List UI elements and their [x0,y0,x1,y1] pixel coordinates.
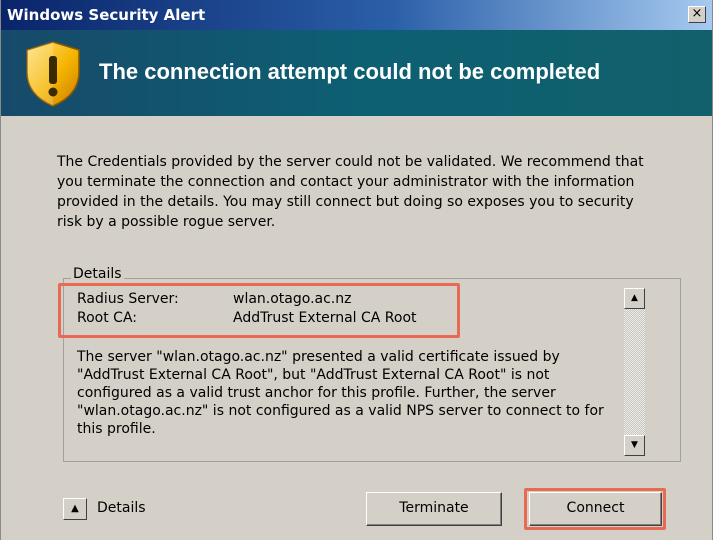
details-toggle-label[interactable]: Details [97,500,146,516]
connect-highlight [524,488,666,530]
server-info-highlight [58,283,460,338]
close-button[interactable]: × [688,6,706,23]
scroll-down-button[interactable]: ▼ [624,435,645,456]
terminate-button[interactable]: Terminate [366,492,502,526]
chevron-up-icon: ▲ [71,503,79,514]
title-bar[interactable]: Windows Security Alert × [1,0,712,30]
details-scrollbar[interactable]: ▲ ▼ [624,288,645,456]
details-toggle-button[interactable]: ▲ [63,498,87,520]
alert-banner: The connection attempt could not be comp… [1,30,712,116]
close-icon: × [691,6,703,21]
warning-shield-icon [26,41,80,107]
details-group-label: Details [71,266,124,282]
scroll-up-button[interactable]: ▲ [624,288,645,309]
window-title: Windows Security Alert [7,6,206,24]
banner-heading: The connection attempt could not be comp… [99,59,601,84]
details-explanation: The server "wlan.otago.ac.nz" presented … [77,349,604,437]
alert-message: The Credentials provided by the server c… [57,154,644,230]
arrow-up-icon: ▲ [631,293,638,303]
security-alert-dialog: Windows Security Alert × The connection … [0,0,713,540]
arrow-down-icon: ▼ [631,440,638,450]
